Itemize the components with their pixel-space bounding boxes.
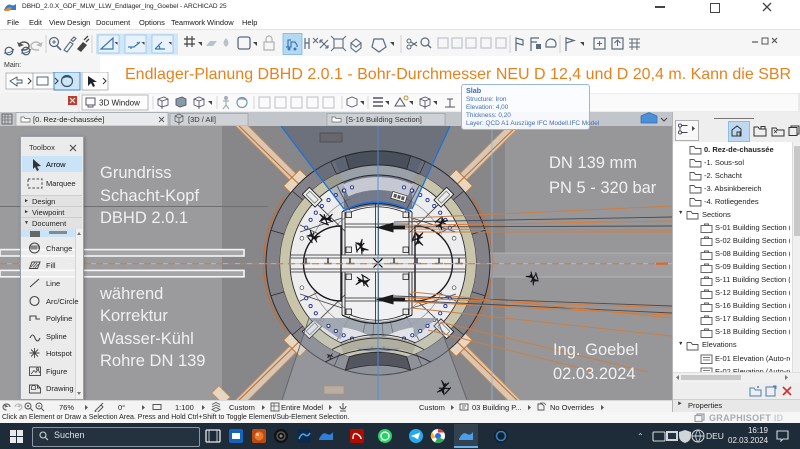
svg-text:3D Window: 3D Window [99, 99, 140, 108]
